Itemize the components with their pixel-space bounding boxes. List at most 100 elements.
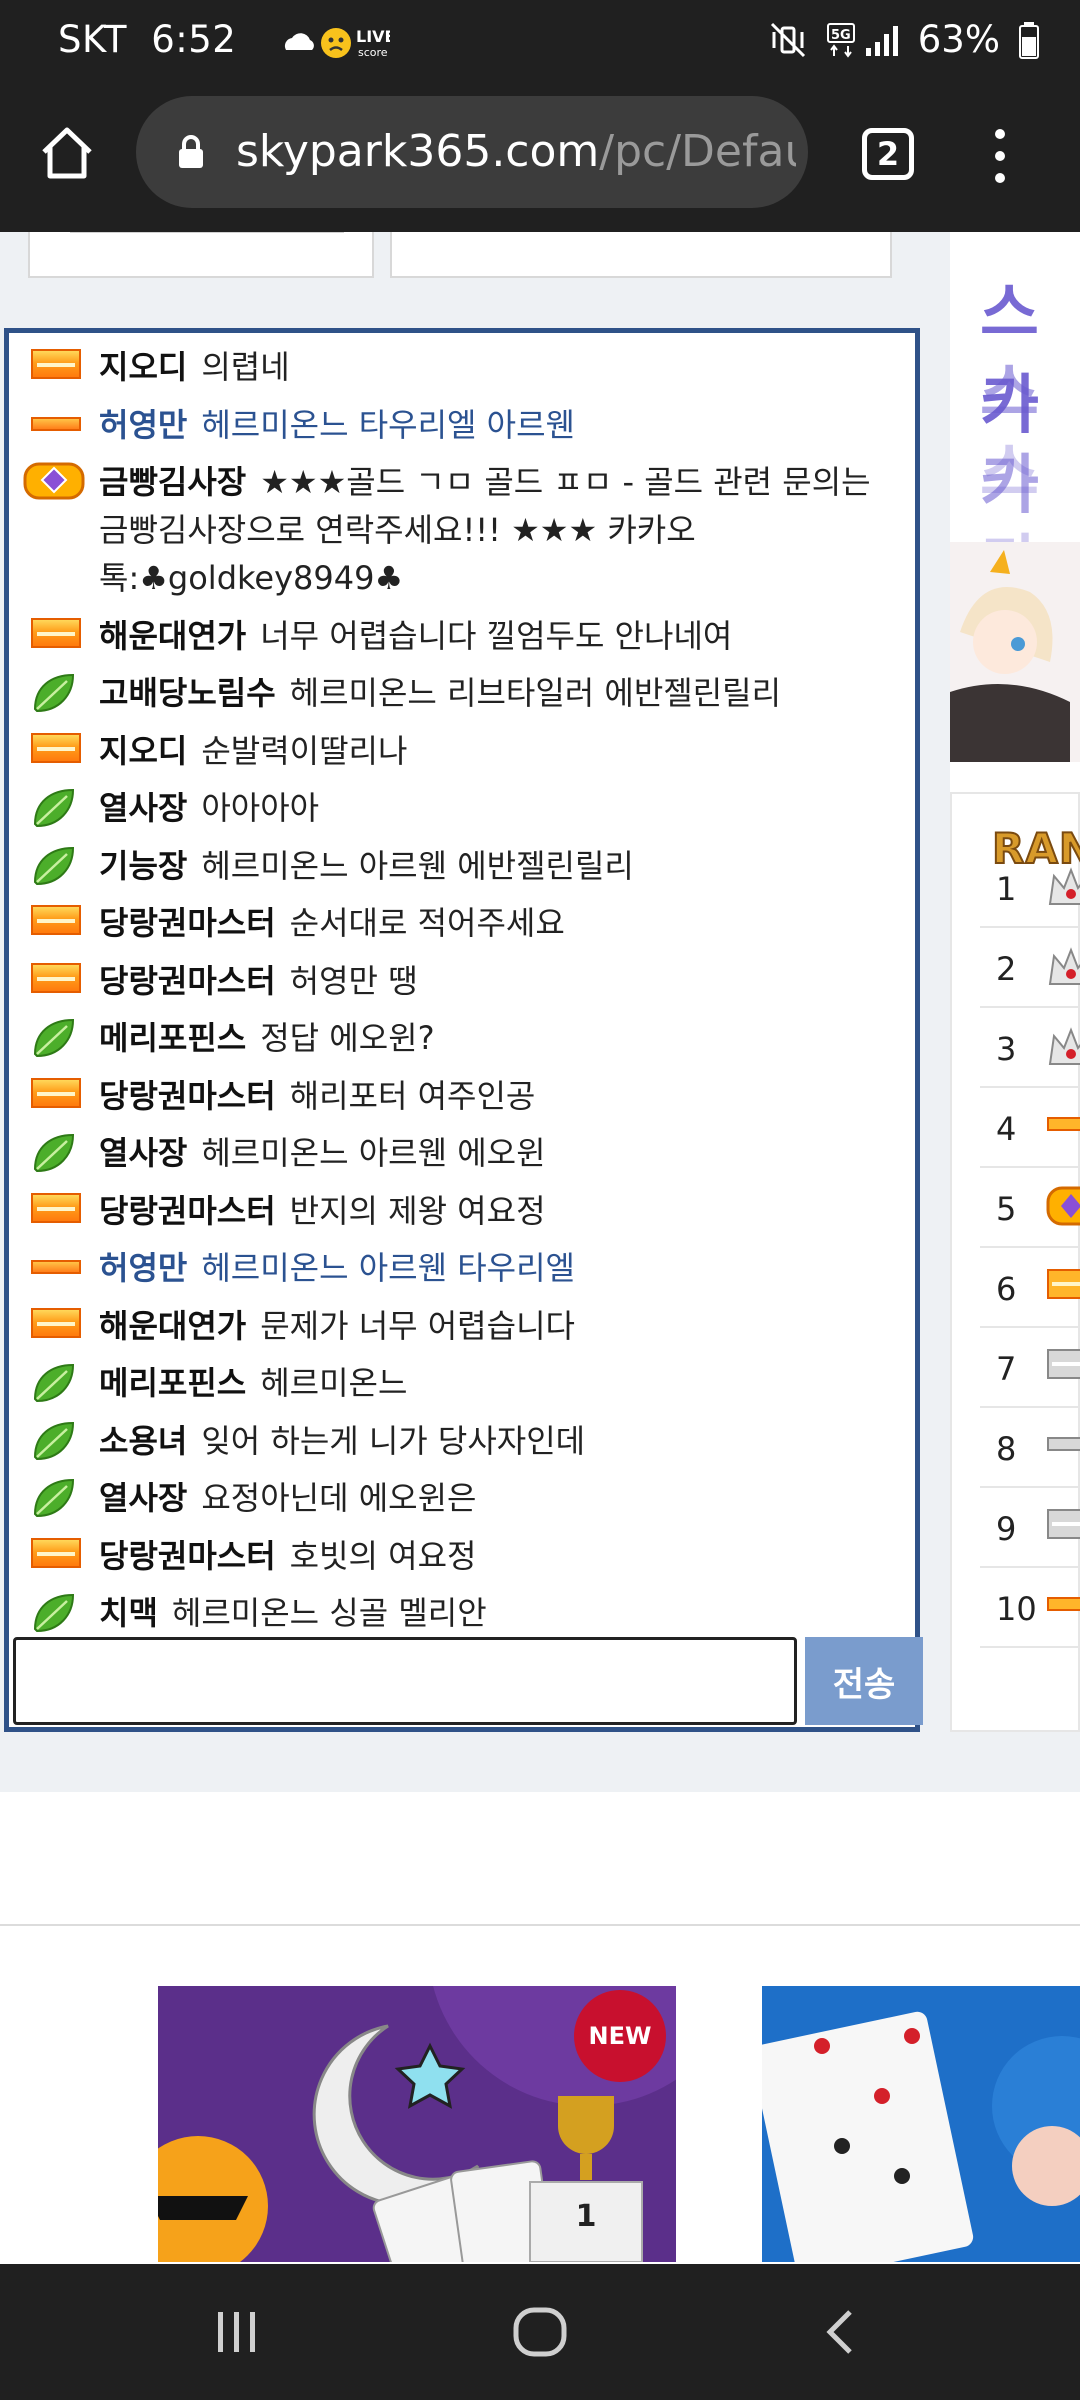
chat-text: 헤르미온느 아르웬 에반젤린릴리 [201,846,634,885]
chat-nickname[interactable]: 메리포핀스 [99,1364,246,1402]
chat-text: 헤르미온느 아르웬 타우리엘 [201,1249,575,1287]
chat-nickname[interactable]: 당랑권마스터 [99,1077,276,1115]
silver-crown-icon [1048,1027,1080,1065]
skypark-banner[interactable]: 스카 스카 스카 [950,242,1080,762]
chat-nickname[interactable]: 당랑권마스터 [99,904,276,942]
gold-badge-icon [31,1307,81,1338]
ranking-row[interactable]: 2 [980,928,1080,1008]
chat-nickname[interactable]: 금빵김사장 [99,463,246,501]
ranking-row[interactable]: 6 [980,1248,1080,1328]
chat-nickname[interactable]: 열사장 [99,789,187,827]
leaf-badge-icon [33,788,75,828]
chat-message: 고배당노림수 헤르미온느 리브타일러 에반젤린릴리 [9,669,915,717]
chat-message: 소용녀 잊어 하는게 니가 당사자인데 [9,1417,915,1465]
chat-message: 당랑권마스터 순서대로 적어주세요 [9,899,915,947]
chat-nickname[interactable]: 치맥 [99,1594,158,1632]
chat-nickname[interactable]: 해운대연가 [99,1307,246,1345]
leaf-badge-icon [33,1363,75,1403]
chat-nickname[interactable]: 고배당노림수 [99,674,276,712]
chat-nickname[interactable]: 메리포핀스 [99,1019,246,1057]
chat-nickname[interactable]: 허영만 [99,1249,187,1287]
chat-text: 잊어 하는게 니가 당사자인데 [201,1421,586,1460]
chat-text: 헤르미온느 [260,1364,408,1402]
silver-stripe-icon [1047,1437,1080,1451]
chat-message-list[interactable]: 지오디 의렵네허영만 헤르미온느 타우리엘 아르웬금빵김사장 ★★★골드 ㄱㅁ 골드 … [9,333,915,1633]
chat-message: 지오디 의렵네 [9,343,915,391]
rank-number: 4 [996,1110,1017,1148]
send-button[interactable]: 전송 [805,1637,923,1725]
game-thumbnail-cards[interactable] [762,1986,1080,2262]
game-thumbnail-moon[interactable]: NEW 1 [158,1986,676,2262]
silver-crown-icon [1048,947,1080,985]
stripe-badge-icon [1047,1117,1080,1131]
chat-message: 금빵김사장 ★★★골드 ㄱㅁ 골드 ㅍㅁ - 골드 관련 문의는 금빵김사장으로 … [9,458,915,602]
chat-text: 너무 어렵습니다 낄엄두도 안나네여 [260,616,733,655]
chat-text: 순발력이딸리나 [201,731,408,770]
chat-text: 의렵네 [201,348,290,386]
chat-nickname[interactable]: 기능장 [99,847,187,885]
leaf-badge-icon [33,846,75,885]
back-icon[interactable] [822,2308,858,2356]
chat-message: 열사장 아아아아 [9,784,915,832]
chat-message: 해운대연가 문제가 너무 어렵습니다 [9,1302,915,1350]
lock-icon [179,135,203,168]
clock: 6:52 [151,18,237,61]
system-nav-bar [0,2264,1080,2400]
more-menu-icon[interactable] [988,124,1012,188]
stripe-badge-icon [1047,1597,1080,1611]
browser-toolbar: skypark365.com/pc/Defaul 2 [0,88,1080,232]
chat-nickname[interactable]: 소용녀 [99,1422,187,1460]
rank-number: 2 [996,950,1017,988]
chat-input[interactable] [13,1637,797,1725]
leaf-badge-icon [33,1133,75,1173]
chat-text: 헤르미온느 아르웬 에오윈 [201,1134,546,1172]
chat-message: 치맥 헤르미온느 싱골 멜리안 [9,1589,915,1633]
chat-message: 열사장 요정아닌데 에오윈은 [9,1474,915,1522]
ranking-row[interactable]: 7 [980,1328,1080,1408]
url-host: skypark365.com [236,126,600,177]
chat-box: 지오디 의렵네허영만 헤르미온느 타우리엘 아르웬금빵김사장 ★★★골드 ㄱㅁ 골드 … [4,328,923,1732]
gold-badge-icon [31,1192,81,1223]
chat-text: 헤르미온느 리브타일러 에반젤린릴리 [289,674,782,712]
carrier-label: SKT [58,18,127,61]
chat-nickname[interactable]: 지오디 [99,348,187,386]
home-icon[interactable] [38,124,96,182]
leaf-badge-icon [33,673,75,713]
live-score-icon [321,28,351,58]
chat-nickname[interactable]: 당랑권마스터 [99,1537,276,1575]
leaf-badge-icon [33,1421,75,1460]
ranking-row[interactable]: 5 [980,1168,1080,1248]
svg-text:NEW: NEW [589,2022,652,2050]
chat-text: 호빗의 여요정 [289,1536,477,1575]
recent-apps-icon[interactable] [212,2308,262,2356]
chat-message: 당랑권마스터 허영만 땡 [9,957,915,1005]
chat-nickname[interactable]: 열사장 [99,1479,187,1517]
crown-badge-icon [1046,1186,1080,1226]
chat-message: 메리포핀스 헤르미온느 [9,1359,915,1407]
chat-nickname[interactable]: 열사장 [99,1134,187,1172]
ranking-row[interactable]: 9 [980,1488,1080,1568]
ranking-row[interactable]: 10 [980,1568,1080,1648]
tab-switcher-button[interactable]: 2 [862,128,914,180]
chat-message: 당랑권마스터 호빗의 여요정 [9,1532,915,1580]
character-illustration [950,542,1080,762]
chat-message: 메리포핀스 정답 에오윈? [9,1014,915,1062]
chat-nickname[interactable]: 당랑권마스터 [99,962,276,1000]
ranking-row[interactable]: 4 [980,1088,1080,1168]
svg-text:1: 1 [576,2199,597,2234]
chat-text: 아아아아 [201,789,320,827]
chat-nickname[interactable]: 지오디 [99,732,187,770]
ranking-row[interactable]: 8 [980,1408,1080,1488]
rank-number: 5 [996,1190,1017,1228]
address-bar[interactable]: skypark365.com/pc/Defaul [136,96,808,208]
chat-text: 헤르미온느 싱골 멜리안 [171,1594,487,1632]
section-gap [0,1732,1080,1792]
chat-nickname[interactable]: 허영만 [99,406,187,444]
chat-nickname[interactable]: 당랑권마스터 [99,1192,276,1230]
ranking-row[interactable]: 1 [980,848,1080,928]
gold-badge-icon [31,1537,81,1568]
chat-nickname[interactable]: 해운대연가 [99,617,246,655]
chat-text: 헤르미온느 타우리엘 아르웬 [201,405,575,444]
ranking-row[interactable]: 3 [980,1008,1080,1088]
home-nav-icon[interactable] [512,2306,568,2358]
